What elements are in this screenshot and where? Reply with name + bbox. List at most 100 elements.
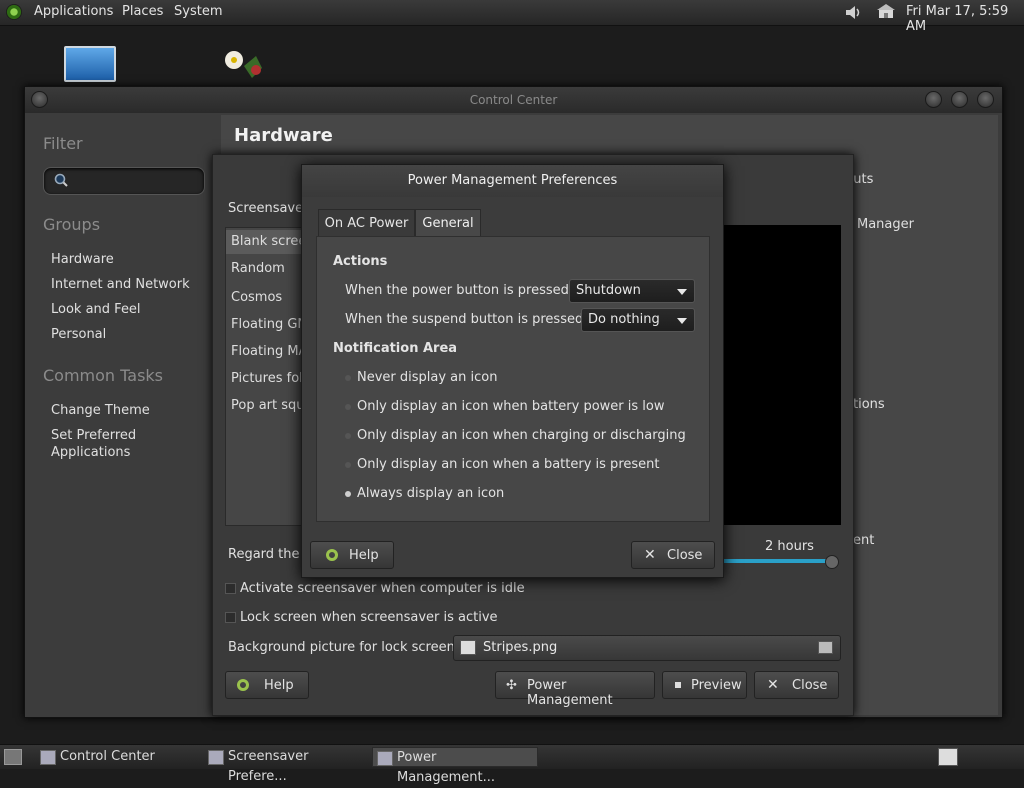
theme-item[interactable]: Pop art squares bbox=[231, 398, 304, 413]
maximize-icon[interactable] bbox=[951, 91, 968, 108]
background-label: Background picture for lock screen: bbox=[228, 640, 460, 655]
computer-desktop-icon[interactable] bbox=[64, 46, 116, 82]
network-icon[interactable] bbox=[876, 3, 896, 22]
item-options[interactable]: tions bbox=[853, 397, 885, 412]
lock-label: Lock screen when screensaver is active bbox=[240, 610, 498, 625]
menu-applications[interactable]: Applications bbox=[34, 4, 113, 19]
notification-option[interactable]: Only display an icon when charging or di… bbox=[357, 428, 686, 443]
ss-close-label: Close bbox=[792, 678, 828, 693]
dialog-titlebar: Power Management Preferences bbox=[302, 165, 723, 197]
group-look-and-feel[interactable]: Look and Feel bbox=[51, 302, 141, 317]
help-icon bbox=[237, 679, 249, 691]
workspace-switcher[interactable] bbox=[938, 748, 958, 766]
theme-item[interactable]: Random bbox=[231, 261, 285, 276]
tab-general[interactable]: General bbox=[415, 209, 481, 239]
notification-radio[interactable] bbox=[345, 375, 351, 381]
folder-icon[interactable] bbox=[818, 641, 833, 654]
task-change-theme[interactable]: Change Theme bbox=[51, 403, 150, 418]
screensaver-preview bbox=[721, 225, 841, 525]
ss-close-button[interactable]: ✕ Close bbox=[754, 671, 839, 699]
top-panel: Applications Places System Fri Mar 17, 5… bbox=[0, 0, 1024, 34]
help-icon bbox=[326, 549, 338, 561]
theme-item[interactable]: Floating GNOME bbox=[231, 317, 304, 332]
notification-option[interactable]: Only display an icon when a battery is p… bbox=[357, 457, 659, 472]
image-file-icon bbox=[460, 640, 476, 655]
menu-places[interactable]: Places bbox=[122, 4, 163, 19]
notification-radio[interactable] bbox=[345, 433, 351, 439]
notification-option[interactable]: Never display an icon bbox=[357, 370, 497, 385]
item-manager[interactable]: Manager bbox=[857, 217, 914, 232]
close-icon[interactable] bbox=[977, 91, 994, 108]
window-menu-icon[interactable] bbox=[31, 91, 48, 108]
power-button-value: Shutdown bbox=[576, 283, 641, 298]
idle-slider-value: 2 hours bbox=[765, 539, 814, 554]
volume-icon[interactable] bbox=[844, 4, 864, 21]
task-set-preferred[interactable]: Set Preferred bbox=[51, 428, 136, 443]
taskbar-screensaver[interactable]: Screensaver Prefere... bbox=[204, 747, 366, 784]
ss-help-button[interactable]: Help bbox=[225, 671, 309, 699]
dialog-title: Power Management Preferences bbox=[407, 173, 618, 188]
pm-close-button[interactable]: ✕ Close bbox=[631, 541, 715, 569]
group-internet[interactable]: Internet and Network bbox=[51, 277, 190, 292]
task-applications[interactable]: Applications bbox=[51, 445, 130, 460]
activate-checkbox[interactable] bbox=[225, 583, 236, 594]
power-management-dialog: Power Management Preferences On AC Power… bbox=[301, 164, 724, 578]
show-desktop-icon[interactable] bbox=[4, 749, 22, 765]
pm-help-button[interactable]: Help bbox=[310, 541, 394, 569]
flower-desktop-icon[interactable] bbox=[222, 46, 268, 84]
power-management-button[interactable]: ✣ Power Management bbox=[495, 671, 655, 708]
background-file-chooser[interactable]: Stripes.png bbox=[453, 635, 841, 661]
theme-item[interactable]: Floating MATE bbox=[231, 344, 304, 359]
taskbar-control-center[interactable]: Control Center bbox=[36, 747, 196, 767]
section-title: Hardware bbox=[234, 125, 333, 146]
search-icon bbox=[54, 173, 68, 187]
theme-list[interactable]: Blank screen Random Cosmos Floating GNOM… bbox=[225, 227, 305, 526]
regard-label: Regard the c bbox=[228, 547, 311, 562]
theme-item[interactable]: Pictures folder bbox=[231, 371, 304, 386]
taskbar-label: Screensaver Prefere... bbox=[228, 749, 309, 784]
control-center-app-icon bbox=[40, 750, 56, 765]
window-title: Control Center bbox=[469, 93, 558, 107]
distro-logo-icon[interactable] bbox=[6, 4, 22, 20]
bottom-taskbar: Control Center Screensaver Prefere... Po… bbox=[0, 744, 1024, 785]
notification-option[interactable]: Always display an icon bbox=[357, 486, 504, 501]
notification-radio[interactable] bbox=[345, 404, 351, 410]
preview-button[interactable]: Preview bbox=[662, 671, 747, 699]
filter-search-input[interactable] bbox=[43, 167, 205, 195]
item-management[interactable]: ent bbox=[853, 533, 874, 548]
minimize-icon[interactable] bbox=[925, 91, 942, 108]
chevron-down-icon bbox=[677, 289, 687, 295]
notification-radio[interactable] bbox=[345, 462, 351, 468]
group-personal[interactable]: Personal bbox=[51, 327, 106, 342]
activate-label: Activate screensaver when computer is id… bbox=[240, 581, 525, 596]
taskbar-power-management[interactable]: Power Management... bbox=[372, 747, 538, 785]
theme-item[interactable]: Blank screen bbox=[231, 234, 304, 249]
lock-checkbox[interactable] bbox=[225, 612, 236, 623]
power-management-label: Power Management bbox=[527, 678, 613, 708]
background-file-name: Stripes.png bbox=[483, 640, 558, 655]
power-icon: ✣ bbox=[506, 678, 517, 693]
power-management-app-icon bbox=[377, 751, 393, 766]
theme-item[interactable]: Cosmos bbox=[231, 290, 282, 305]
idle-slider-handle[interactable] bbox=[825, 555, 839, 569]
screensaver-app-icon bbox=[208, 750, 224, 765]
idle-slider-track[interactable] bbox=[721, 559, 833, 563]
notification-radio-selected[interactable] bbox=[345, 491, 351, 497]
power-button-combo[interactable]: Shutdown bbox=[569, 279, 695, 303]
suspend-button-combo[interactable]: Do nothing bbox=[581, 308, 695, 332]
clock[interactable]: Fri Mar 17, 5:59 AM bbox=[906, 4, 1024, 34]
menu-system[interactable]: System bbox=[174, 4, 222, 19]
general-tab-panel: Actions When the power button is pressed… bbox=[316, 236, 710, 522]
close-x-icon: ✕ bbox=[644, 547, 656, 563]
taskbar-label: Control Center bbox=[60, 749, 155, 764]
groups-heading: Groups bbox=[43, 215, 101, 234]
tab-on-ac-power[interactable]: On AC Power bbox=[318, 209, 415, 237]
common-tasks-heading: Common Tasks bbox=[43, 366, 164, 385]
notification-option[interactable]: Only display an icon when battery power … bbox=[357, 399, 664, 414]
close-x-icon: ✕ bbox=[767, 677, 779, 693]
window-titlebar: Control Center bbox=[25, 87, 1002, 113]
group-hardware[interactable]: Hardware bbox=[51, 252, 114, 267]
power-button-label: When the power button is pressed: bbox=[345, 283, 574, 298]
suspend-button-value: Do nothing bbox=[588, 312, 660, 327]
chevron-down-icon bbox=[677, 318, 687, 324]
